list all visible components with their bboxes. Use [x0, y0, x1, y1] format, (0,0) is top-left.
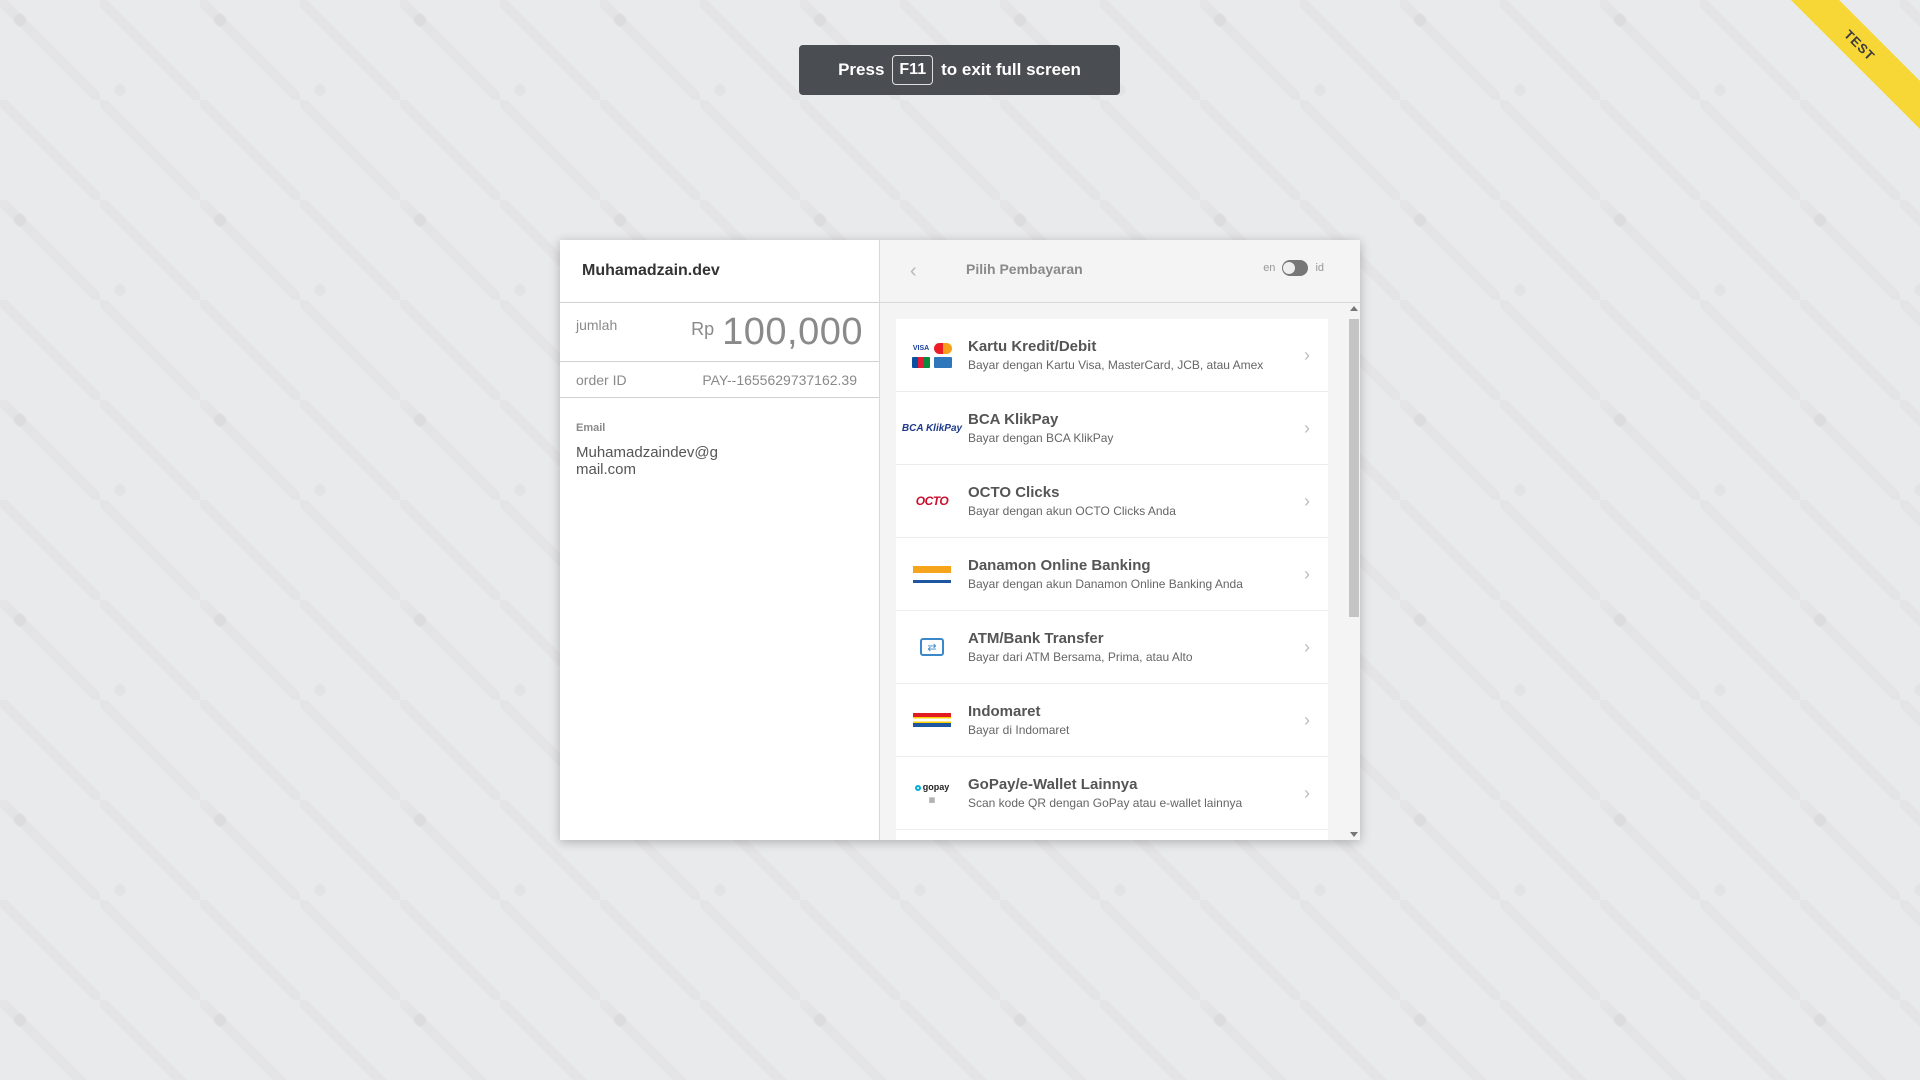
fullscreen-toast: Press F11 to exit full screen [799, 45, 1120, 95]
chevron-right-icon: › [1304, 564, 1310, 584]
email-value: Muhamadzaindev@gmail.com [576, 444, 718, 478]
payment-item-title: Indomaret [968, 703, 1041, 720]
chevron-right-icon: › [1304, 783, 1310, 803]
payment-item-atm-bank-transfer[interactable]: ⇄ ATM/Bank Transfer Bayar dari ATM Bersa… [896, 611, 1328, 684]
chevron-right-icon: › [1304, 710, 1310, 730]
payment-item-credit-card[interactable]: VISA Kartu Kredit/Debit Bayar dengan Kar… [896, 319, 1328, 392]
payment-list-scrollbar[interactable] [1346, 303, 1360, 840]
payment-item-danamon[interactable]: Danamon Online Banking Bayar dengan akun… [896, 538, 1328, 611]
danamon-logo [896, 565, 968, 583]
amex-logo [934, 356, 952, 368]
payment-item-subtitle: Bayar dengan akun Danamon Online Banking… [968, 577, 1243, 591]
indomaret-logo-shape [913, 713, 951, 727]
amount-currency: Rp [691, 319, 715, 339]
fullscreen-toast-suffix: to exit full screen [941, 60, 1081, 79]
payment-item-title: ATM/Bank Transfer [968, 630, 1104, 647]
payment-item-octo-clicks[interactable]: OCTO OCTO Clicks Bayar dengan akun OCTO … [896, 465, 1328, 538]
payment-item-subtitle: Scan kode QR dengan GoPay atau e-wallet … [968, 796, 1243, 810]
email-block: Email Muhamadzaindev@gmail.com [560, 398, 879, 502]
payment-item-subtitle: Bayar dengan Kartu Visa, MasterCard, JCB… [968, 358, 1264, 372]
f11-key: F11 [892, 55, 934, 85]
payment-item-partial[interactable] [896, 830, 1328, 840]
payment-header-title: Pilih Pembayaran [966, 261, 1083, 277]
bca-klikpay-logo: BCA KlikPay [896, 423, 968, 434]
mastercard-logo [934, 342, 952, 354]
chevron-left-icon[interactable]: ‹ [910, 261, 926, 281]
order-id-row: order ID PAY--1655629737162.39 [560, 362, 879, 398]
payment-item-indomaret[interactable]: Indomaret Bayar di Indomaret › [896, 684, 1328, 757]
chevron-right-icon: › [1304, 491, 1310, 511]
email-label: Email [576, 422, 606, 434]
amount-number: 100,000 [722, 311, 863, 353]
jcb-logo [912, 356, 930, 368]
payment-item-title: GoPay/e-Wallet Lainnya [968, 776, 1138, 793]
bca-klikpay-logo-text: BCA KlikPay [901, 422, 963, 434]
octo-clicks-logo: OCTO [896, 494, 968, 508]
bank-transfer-logo: ⇄ [896, 638, 968, 656]
visa-logo: VISA [912, 344, 930, 352]
payment-item-title: Kartu Kredit/Debit [968, 338, 1097, 355]
payment-method-panel: ‹ Pilih Pembayaran en id VISA Kartu Kred… [880, 240, 1360, 840]
lang-id-label: id [1315, 262, 1324, 274]
amount-value: Rp 100,000 [691, 311, 863, 354]
credit-cards-logo: VISA [896, 342, 968, 368]
gopay-logo-text: gopay [922, 782, 950, 792]
scroll-down-arrow-icon[interactable] [1350, 832, 1358, 837]
payment-modal: Muhamadzain.dev jumlah Rp 100,000 order … [560, 240, 1360, 840]
order-id-value: PAY--1655629737162.39 [702, 371, 857, 388]
indomaret-logo [896, 713, 968, 727]
gopay-dot-icon [914, 784, 921, 791]
amount-row: jumlah Rp 100,000 [560, 303, 879, 362]
payment-item-gopay[interactable]: gopay ▦ GoPay/e-Wallet Lainnya Scan kode… [896, 757, 1328, 830]
scroll-up-arrow-icon[interactable] [1350, 306, 1358, 311]
payment-item-title: BCA KlikPay [968, 411, 1059, 428]
payment-item-title: Danamon Online Banking [968, 557, 1151, 574]
gopay-logo: gopay ▦ [896, 782, 968, 804]
order-id-label: order ID [576, 371, 627, 388]
order-summary-panel: Muhamadzain.dev jumlah Rp 100,000 order … [560, 240, 880, 840]
payment-item-subtitle: Bayar dari ATM Bersama, Prima, atau Alto [968, 650, 1193, 664]
language-toggle[interactable] [1282, 260, 1309, 276]
scrollbar-thumb[interactable] [1349, 319, 1359, 617]
chevron-right-icon: › [1304, 418, 1310, 438]
bank-transfer-icon: ⇄ [920, 638, 944, 656]
payment-item-title: OCTO Clicks [968, 484, 1060, 501]
merchant-name: Muhamadzain.dev [560, 240, 879, 303]
danamon-logo-shape [913, 565, 951, 583]
lang-en-label: en [1263, 262, 1276, 274]
payment-item-subtitle: Bayar dengan akun OCTO Clicks Anda [968, 504, 1176, 518]
payment-item-subtitle: Bayar dengan BCA KlikPay [968, 431, 1114, 445]
payment-item-bca-klikpay[interactable]: BCA KlikPay BCA KlikPay Bayar dengan BCA… [896, 392, 1328, 465]
octo-logo-text: OCTO [915, 494, 949, 508]
payment-item-subtitle: Bayar di Indomaret [968, 723, 1070, 737]
toggle-knob [1283, 262, 1296, 274]
payment-list-scroll: VISA Kartu Kredit/Debit Bayar dengan Kar… [880, 303, 1360, 840]
fullscreen-toast-press: Press [838, 60, 885, 79]
payment-method-list: VISA Kartu Kredit/Debit Bayar dengan Kar… [896, 319, 1328, 840]
amount-label: jumlah [576, 317, 618, 333]
qris-icon: ▦ [928, 797, 936, 804]
payment-header: ‹ Pilih Pembayaran en id [880, 240, 1360, 303]
chevron-right-icon: › [1304, 345, 1310, 365]
language-switch: en id [1263, 260, 1324, 276]
chevron-right-icon: › [1304, 637, 1310, 657]
